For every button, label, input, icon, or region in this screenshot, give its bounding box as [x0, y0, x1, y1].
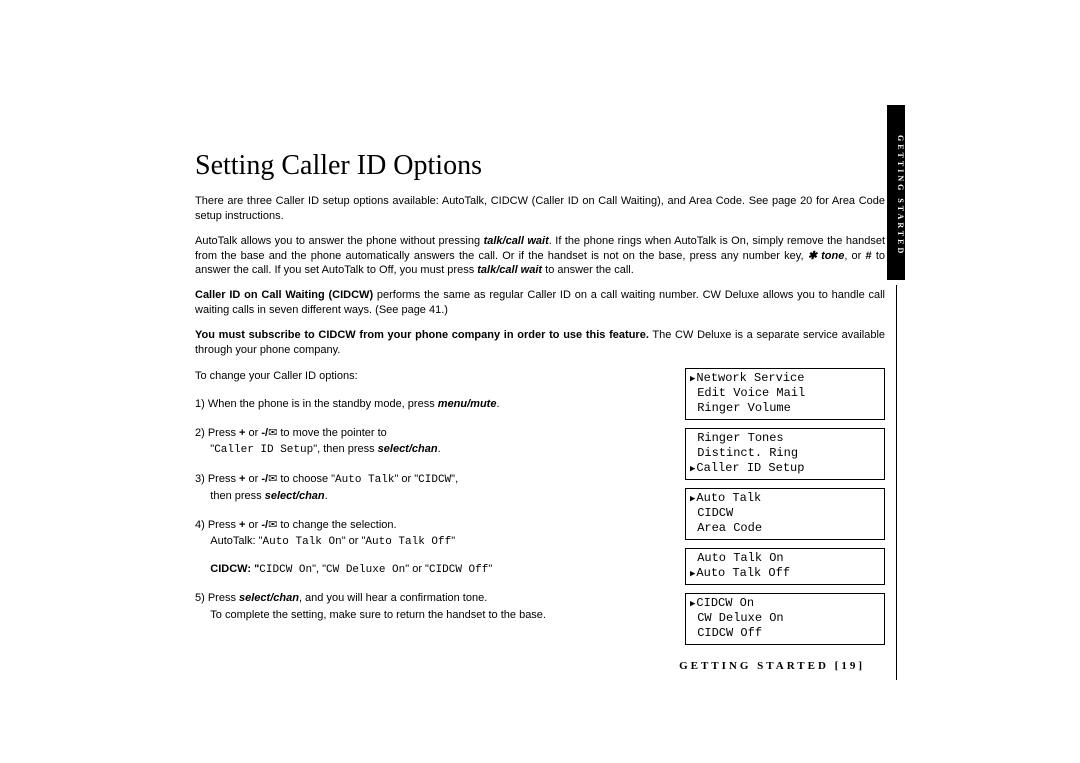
minus-key: -/: [261, 519, 268, 531]
text: , or: [844, 250, 865, 262]
text: ": [451, 535, 455, 547]
text: or: [245, 519, 261, 531]
lcd-row: Auto Talk On: [690, 551, 880, 566]
lcd-row: Edit Voice Mail: [690, 386, 880, 401]
step-5: 5) Press select/chan, and you will hear …: [195, 590, 665, 623]
lcd-row: Area Code: [690, 521, 880, 536]
text: or: [245, 473, 261, 485]
envelope-icon: ✉: [268, 517, 277, 534]
steps-column: To change your Caller ID options: 1) Whe…: [195, 368, 665, 636]
text: , and you will hear a confirmation tone.: [299, 592, 487, 604]
side-rule: [896, 285, 897, 680]
intro-paragraph: There are three Caller ID setup options …: [195, 194, 885, 224]
page-footer: GETTING STARTED [19]: [679, 660, 865, 672]
lcd-row: Caller ID Setup: [690, 461, 880, 476]
step-2: 2) Press + or -/✉ to move the pointer to…: [195, 425, 665, 459]
talk-call-wait: talk/call wait: [477, 264, 542, 276]
page-title: Setting Caller ID Options: [195, 150, 885, 182]
lcd-row: CIDCW On: [690, 596, 880, 611]
step-3: 3) Press + or -/✉ to choose "Auto Talk" …: [195, 471, 665, 505]
lcd-cwdeluxe-on: CW Deluxe On: [326, 564, 405, 576]
page: Setting Caller ID Options There are thre…: [195, 150, 885, 653]
text: AutoTalk: ": [210, 535, 262, 547]
step-4: 4) Press + or -/✉ to change the selectio…: [195, 517, 665, 579]
text: " or ": [394, 473, 418, 485]
lcd-box-1: Network Service Edit Voice Mail Ringer V…: [685, 368, 885, 420]
lcd-auto-talk-on: Auto Talk On: [263, 536, 342, 548]
step-1: 1) When the phone is in the standby mode…: [195, 396, 665, 413]
text: or: [245, 427, 261, 439]
cidcw-paragraph: Caller ID on Call Waiting (CIDCW) perfor…: [195, 288, 885, 318]
lcd-box-5: CIDCW On CW Deluxe On CIDCW Off: [685, 593, 885, 645]
minus-key: -/: [261, 473, 268, 485]
text: 3) Press: [195, 473, 239, 485]
text: to choose ": [277, 473, 335, 485]
text: to change the selection.: [277, 519, 396, 531]
lcd-row: Ringer Tones: [690, 431, 880, 446]
select-chan-button: select/chan: [378, 443, 438, 455]
select-chan-button: select/chan: [265, 490, 325, 502]
lcd-row: CIDCW: [690, 506, 880, 521]
text: CIDCW: ": [210, 563, 259, 575]
text: To complete the setting, make sure to re…: [210, 609, 546, 621]
lcd-auto-talk-off: Auto Talk Off: [365, 536, 451, 548]
text: 5) Press: [195, 592, 239, 604]
lcd-row: Auto Talk Off: [690, 566, 880, 581]
envelope-icon: ✉: [268, 425, 277, 442]
lcd-box-4: Auto Talk OnAuto Talk Off: [685, 548, 885, 585]
text: 1) When the phone is in the standby mode…: [195, 398, 438, 410]
select-chan-button: select/chan: [239, 592, 299, 604]
star-tone: ✱ tone: [808, 250, 845, 262]
text: then press: [210, 490, 264, 502]
minus-key: -/: [261, 427, 268, 439]
text: 2) Press: [195, 427, 239, 439]
lcd-row: CW Deluxe On: [690, 611, 880, 626]
autotalk-paragraph: AutoTalk allows you to answer the phone …: [195, 234, 885, 279]
lcd-row: Network Service: [690, 371, 880, 386]
text: " or ": [342, 535, 366, 547]
envelope-icon: ✉: [268, 471, 277, 488]
lcd-cidcw-off: CIDCW Off: [429, 564, 488, 576]
text: .: [496, 398, 499, 410]
text: ": [488, 563, 492, 575]
text: ",: [451, 473, 458, 485]
text: ", then press: [313, 443, 377, 455]
talk-call-wait: talk/call wait: [484, 235, 549, 247]
lcd-caller-id-setup: Caller ID Setup: [214, 444, 313, 456]
side-tab: GETTING STARTED: [887, 105, 905, 280]
text: to move the pointer to: [277, 427, 386, 439]
subscribe-paragraph: You must subscribe to CIDCW from your ph…: [195, 328, 885, 358]
lcd-row: CIDCW Off: [690, 626, 880, 641]
subscribe-bold: You must subscribe to CIDCW from your ph…: [195, 329, 649, 341]
lcd-cidcw-on: CIDCW On: [259, 564, 312, 576]
lcd-row: Distinct. Ring: [690, 446, 880, 461]
text: ", ": [312, 563, 326, 575]
lcd-auto-talk: Auto Talk: [335, 474, 394, 486]
text: AutoTalk allows you to answer the phone …: [195, 235, 484, 247]
text: to answer the call.: [542, 264, 634, 276]
steps-lead: To change your Caller ID options:: [195, 368, 665, 385]
lcd-box-2: Ringer Tones Distinct. RingCaller ID Set…: [685, 428, 885, 480]
lcd-stack: Network Service Edit Voice Mail Ringer V…: [685, 368, 885, 653]
lcd-cidcw: CIDCW: [418, 474, 451, 486]
menu-mute-button: menu/mute: [438, 398, 497, 410]
cidcw-label: Caller ID on Call Waiting (CIDCW): [195, 289, 373, 301]
text: 4) Press: [195, 519, 239, 531]
lcd-box-3: Auto Talk CIDCW Area Code: [685, 488, 885, 540]
lcd-row: Ringer Volume: [690, 401, 880, 416]
lcd-row: Auto Talk: [690, 491, 880, 506]
text: " or ": [405, 563, 429, 575]
